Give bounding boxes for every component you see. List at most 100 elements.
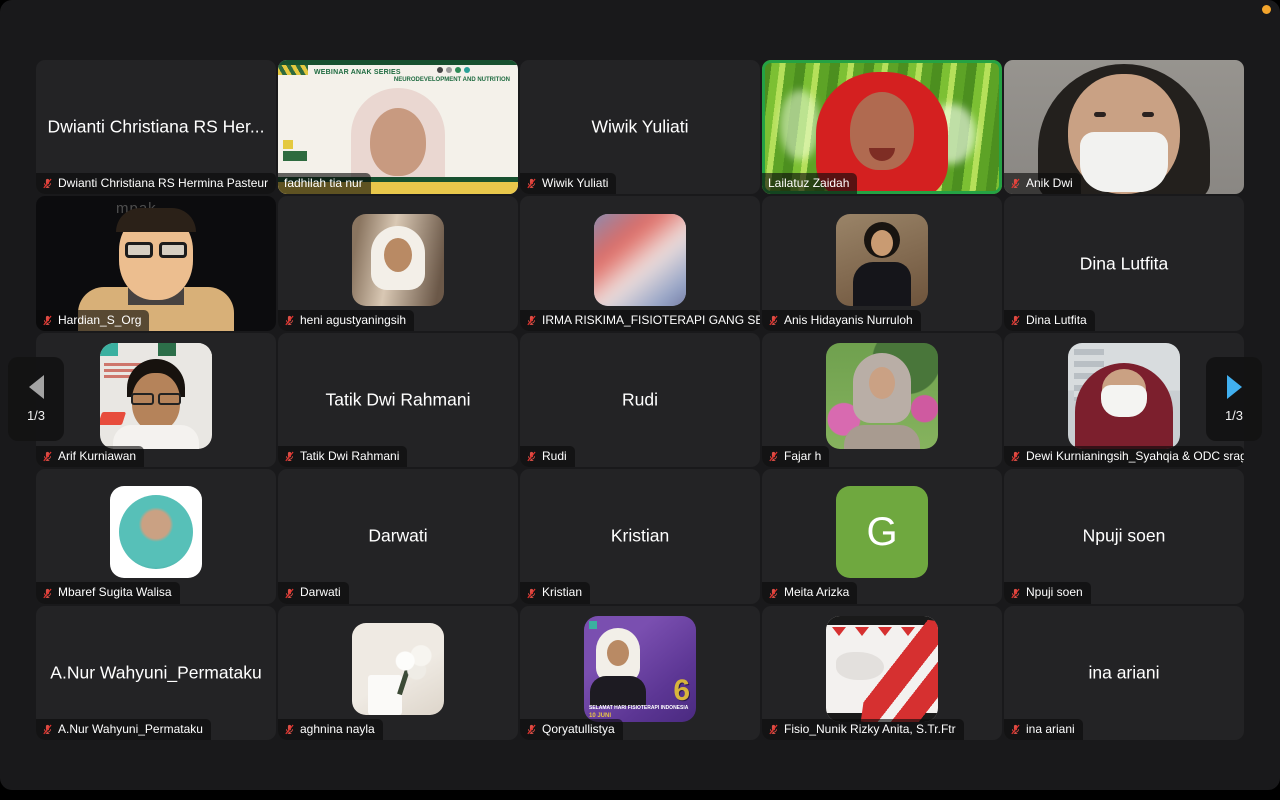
muted-mic-icon	[1010, 178, 1021, 189]
profile-avatar	[826, 343, 938, 449]
muted-mic-icon	[284, 724, 295, 735]
participant-tile[interactable]: 6 SELAMAT HARI FISIOTERAPI INDONESIA 10 …	[520, 606, 760, 740]
poster-date: 10 JUNI	[589, 713, 611, 719]
participant-display-name: Darwati	[368, 526, 427, 547]
profile-avatar	[1068, 343, 1180, 449]
profile-avatar	[352, 623, 444, 715]
muted-mic-icon	[42, 451, 53, 462]
participant-name-label: Qoryatullistya	[520, 719, 623, 740]
participant-name-label: Lailatuz Zaidah	[762, 173, 857, 194]
participant-display-name: ina ariani	[1088, 662, 1159, 683]
muted-mic-icon	[42, 588, 53, 599]
participant-tile[interactable]: Arif Kurniawan	[36, 333, 276, 467]
participant-name-label: Wiwik Yuliati	[520, 173, 616, 194]
avatar-initial: G	[866, 512, 897, 552]
participant-name-label: IRMA RISKIMA_FISIOTERAPI GANG SEHAT	[520, 310, 760, 331]
participant-name-label: Hardian_S_Org	[36, 310, 149, 331]
participant-tile[interactable]: Anis Hidayanis Nurruloh	[762, 196, 1002, 330]
chevron-right-icon	[1227, 375, 1242, 399]
webinar-banner-subtitle: NEURODEVELOPMENT AND NUTRITION	[394, 77, 510, 83]
participant-tile[interactable]: G Meita Arizka	[762, 469, 1002, 603]
participant-tile[interactable]: Tatik Dwi Rahmani Tatik Dwi Rahmani	[278, 333, 518, 467]
muted-mic-icon	[42, 724, 53, 735]
participant-name-label: Npuji soen	[1004, 582, 1091, 603]
participant-tile[interactable]: Anik Dwi	[1004, 60, 1244, 194]
participant-display-name: A.Nur Wahyuni_Permataku	[50, 662, 261, 683]
webinar-banner-title: WEBINAR ANAK SERIES	[314, 69, 401, 76]
participant-tile[interactable]: aghnina nayla	[278, 606, 518, 740]
participant-tile[interactable]: mpak Hardian_S_Org	[36, 196, 276, 330]
participant-name-label: aghnina nayla	[278, 719, 383, 740]
glasses	[131, 393, 181, 405]
muted-mic-icon	[768, 315, 779, 326]
participant-name-label: Dwianti Christiana RS Hermina Pasteur	[36, 173, 276, 194]
participant-tile[interactable]: IRMA RISKIMA_FISIOTERAPI GANG SEHAT	[520, 196, 760, 330]
participant-tile[interactable]: A.Nur Wahyuni_Permataku A.Nur Wahyuni_Pe…	[36, 606, 276, 740]
profile-avatar	[110, 486, 202, 578]
participant-name-label: A.Nur Wahyuni_Permataku	[36, 719, 211, 740]
participant-display-name: Dwianti Christiana RS Her...	[48, 117, 265, 138]
muted-mic-icon	[1010, 451, 1021, 462]
participant-display-name: Tatik Dwi Rahmani	[326, 389, 471, 410]
participant-tile[interactable]: Fisio_Nunik Rizky Anita, S.Tr.Ftr	[762, 606, 1002, 740]
participant-name-label: heni agustyaningsih	[278, 310, 414, 331]
page-indicator: 1/3	[1225, 408, 1243, 423]
participant-name-label: Tatik Dwi Rahmani	[278, 446, 407, 467]
page-indicator: 1/3	[27, 408, 45, 423]
next-page-button[interactable]: 1/3	[1206, 357, 1262, 441]
participant-name-label: Fajar h	[762, 446, 829, 467]
profile-avatar	[594, 214, 686, 306]
muted-mic-icon	[284, 315, 295, 326]
face-mask	[1080, 132, 1168, 192]
muted-mic-icon	[526, 451, 537, 462]
participant-tile[interactable]: Kristian Kristian	[520, 469, 760, 603]
participant-tile[interactable]: Dina Lutfita Dina Lutfita	[1004, 196, 1244, 330]
muted-mic-icon	[526, 178, 537, 189]
participant-display-name: Dina Lutfita	[1080, 253, 1169, 274]
participant-name-label: fadhilah tia nur	[278, 173, 371, 194]
participant-tile[interactable]: Fajar h	[762, 333, 1002, 467]
muted-mic-icon	[1010, 588, 1021, 599]
participant-display-name: Rudi	[622, 389, 658, 410]
poster-number: 6	[673, 674, 690, 708]
muted-mic-icon	[42, 315, 53, 326]
muted-mic-icon	[42, 178, 53, 189]
profile-avatar	[836, 214, 928, 306]
participant-name-label: ina ariani	[1004, 719, 1083, 740]
participant-tile[interactable]: ina ariani ina ariani	[1004, 606, 1244, 740]
participant-tile[interactable]: Rudi Rudi	[520, 333, 760, 467]
participant-tile[interactable]: Mbaref Sugita Walisa	[36, 469, 276, 603]
webinar-logos	[437, 67, 470, 73]
participant-tile[interactable]: Darwati Darwati	[278, 469, 518, 603]
profile-avatar	[100, 343, 212, 449]
participant-name-label: Dewi Kurnianingsih_Syahqia & ODC sragen	[1004, 446, 1244, 467]
profile-avatar: 6 SELAMAT HARI FISIOTERAPI INDONESIA 10 …	[584, 616, 696, 722]
participant-name-label: Anis Hidayanis Nurruloh	[762, 310, 921, 331]
muted-mic-icon	[768, 724, 779, 735]
muted-mic-icon	[284, 451, 295, 462]
participant-tile[interactable]: heni agustyaningsih	[278, 196, 518, 330]
chevron-left-icon	[29, 375, 44, 399]
participant-tile[interactable]: Wiwik Yuliati Wiwik Yuliati	[520, 60, 760, 194]
participant-tile[interactable]: Npuji soen Npuji soen	[1004, 469, 1244, 603]
participant-tile-active-speaker[interactable]: Lailatuz Zaidah	[762, 60, 1002, 194]
face-mask	[1101, 385, 1147, 417]
participant-display-name: Kristian	[611, 526, 669, 547]
participant-name-label: Dina Lutfita	[1004, 310, 1095, 331]
muted-mic-icon	[526, 315, 537, 326]
recording-indicator-dot	[1262, 5, 1271, 14]
participant-tile[interactable]: WEBINAR ANAK SERIES NEURODEVELOPMENT AND…	[278, 60, 518, 194]
participant-name-label: Fisio_Nunik Rizky Anita, S.Tr.Ftr	[762, 719, 964, 740]
glasses	[125, 242, 187, 258]
participant-display-name: Npuji soen	[1083, 526, 1166, 547]
participant-tile[interactable]: Dwianti Christiana RS Her... Dwianti Chr…	[36, 60, 276, 194]
profile-avatar	[826, 616, 938, 722]
participant-name-label: Arif Kurniawan	[36, 446, 144, 467]
muted-mic-icon	[284, 588, 295, 599]
muted-mic-icon	[1010, 315, 1021, 326]
participant-gallery: Dwianti Christiana RS Her... Dwianti Chr…	[36, 60, 1244, 740]
muted-mic-icon	[526, 588, 537, 599]
participant-name-label: Mbaref Sugita Walisa	[36, 582, 180, 603]
indonesian-flag-ribbon	[861, 616, 938, 722]
prev-page-button[interactable]: 1/3	[8, 357, 64, 441]
